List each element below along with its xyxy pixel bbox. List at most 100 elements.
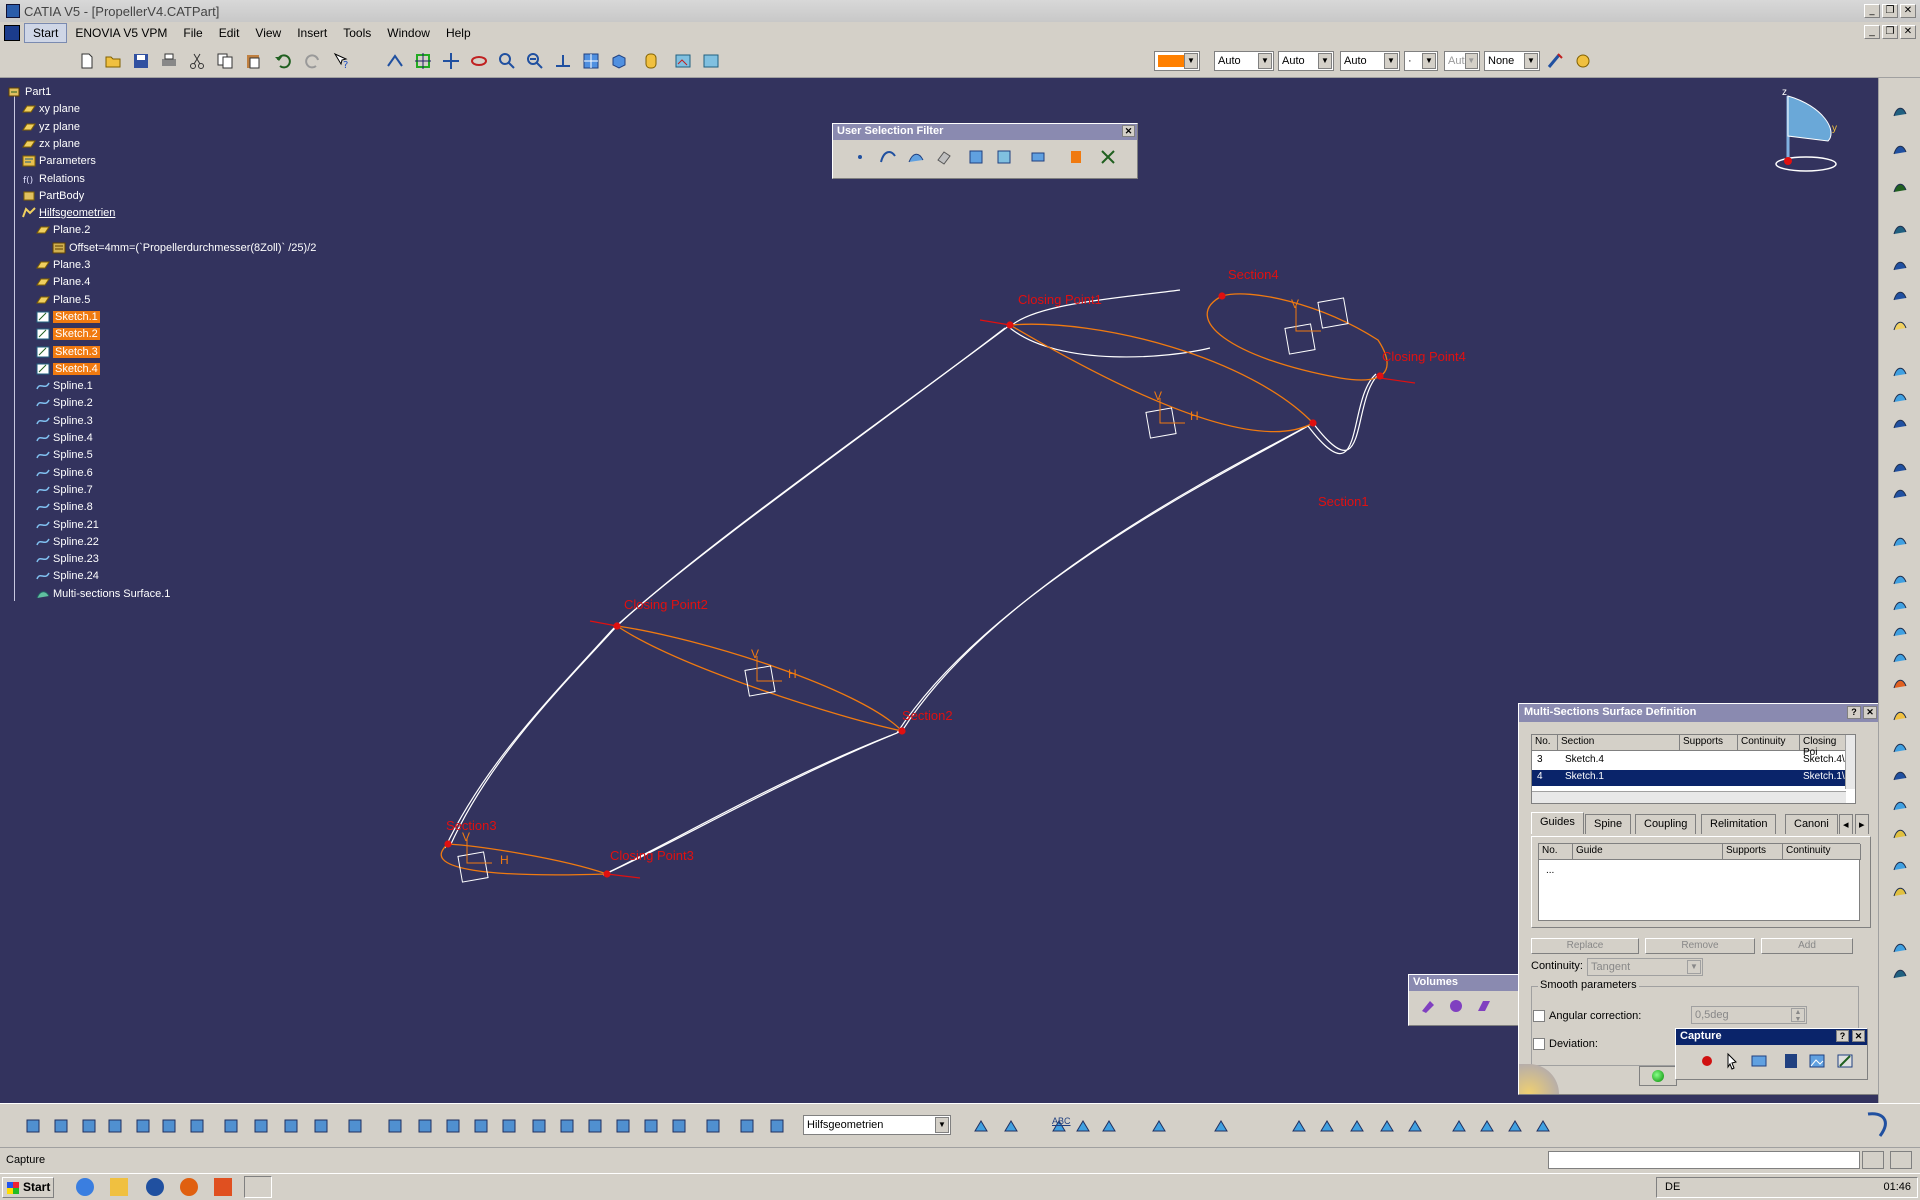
tree-item-relations[interactable]: f() Relations (22, 171, 85, 187)
measure-between-icon[interactable] (280, 1115, 302, 1137)
connect-icon[interactable] (1404, 1115, 1426, 1137)
revolve-icon[interactable] (1889, 386, 1911, 408)
volumes-title[interactable]: Volumes (1409, 975, 1523, 991)
tools-palette-icon[interactable] (1097, 146, 1119, 168)
tree-item-spline-3[interactable]: Spline.3 (36, 413, 93, 429)
formula-icon[interactable] (22, 1115, 44, 1137)
undo-icon[interactable] (272, 50, 294, 72)
circle-icon[interactable] (1889, 456, 1911, 478)
volume-filter-icon[interactable] (933, 146, 955, 168)
tree-item-sketch-3[interactable]: Sketch.3 (36, 344, 100, 360)
swap-visible-space-icon[interactable] (700, 50, 722, 72)
tree-item-xy-plane[interactable]: xy plane (22, 101, 80, 117)
section-row-4-no[interactable]: 4 (1534, 770, 1558, 786)
zoom-in-icon[interactable] (496, 50, 518, 72)
section-row-3-closing[interactable]: Sketch.4\ (1800, 753, 1846, 769)
copy-icon[interactable] (214, 50, 236, 72)
quick-select-icon[interactable] (1065, 146, 1087, 168)
add-button[interactable]: Add (1761, 938, 1853, 954)
grid-icon[interactable] (1889, 962, 1911, 984)
menu-insert[interactable]: Insert (289, 24, 335, 42)
point-icon[interactable] (1889, 254, 1911, 276)
firefox-icon[interactable] (180, 1178, 198, 1196)
section-row-4-closing[interactable]: Sketch.1\ (1800, 770, 1846, 786)
transform-1-icon[interactable] (1448, 1115, 1470, 1137)
hand-icon[interactable] (442, 1115, 464, 1137)
painter-icon[interactable] (1544, 50, 1566, 72)
dialog-title-bar[interactable]: Multi-Sections Surface Definition ? ✕ (1519, 704, 1879, 722)
normal-view-icon[interactable] (552, 50, 574, 72)
multi-view-icon[interactable] (580, 50, 602, 72)
plane-system-icon[interactable] (498, 1115, 520, 1137)
swap-icon[interactable] (414, 1115, 436, 1137)
work-support-icon[interactable] (702, 1115, 724, 1137)
curve-filter-icon[interactable] (877, 146, 899, 168)
axis-system-icon[interactable] (470, 1115, 492, 1137)
point-style-select[interactable]: Auto ▼ (1340, 51, 1400, 71)
surface-analysis-icon[interactable] (612, 1115, 634, 1137)
connect-curve-icon[interactable] (1889, 530, 1911, 552)
line-type-select[interactable]: Auto ▼ (1214, 51, 1274, 71)
menu-edit[interactable]: Edit (211, 24, 248, 42)
curve-smooth-icon[interactable] (1376, 1115, 1398, 1137)
sketcher-icon[interactable] (1889, 100, 1911, 122)
section-row-3-no[interactable]: 3 (1534, 753, 1558, 769)
record-icon[interactable] (1696, 1050, 1718, 1072)
analysis-2-icon[interactable] (584, 1115, 606, 1137)
tab-guides[interactable]: Guides (1531, 812, 1584, 834)
parameters-icon[interactable] (186, 1115, 208, 1137)
color-select[interactable]: ▼ (1154, 51, 1200, 71)
macro-icon[interactable] (220, 1115, 242, 1137)
user-selection-filter-title[interactable]: User Selection Filter ✕ (833, 124, 1137, 140)
windows-start-button[interactable]: Start (2, 1177, 54, 1198)
scale-icon[interactable] (1889, 880, 1911, 902)
tree-item-spline-7[interactable]: Spline.7 (36, 482, 93, 498)
pan-icon[interactable] (440, 50, 462, 72)
tree-item-zx-plane[interactable]: zx plane (22, 136, 80, 152)
continuity-select[interactable]: Tangent ▼ (1587, 958, 1703, 976)
angular-correction-checkbox[interactable] (1533, 1010, 1545, 1022)
tree-item-hilfsgeometrien[interactable]: Hilfsgeometrien (22, 205, 115, 221)
menu-window[interactable]: Window (379, 24, 438, 42)
knowledge-advisor-icon[interactable] (50, 1115, 72, 1137)
dialog-help-button[interactable]: ? (1847, 706, 1861, 719)
surface-filter-icon[interactable] (905, 146, 927, 168)
tree-item-spline-4[interactable]: Spline.4 (36, 430, 93, 446)
tab-canonical[interactable]: Canoni (1785, 814, 1838, 834)
point-extract-icon[interactable] (1346, 1115, 1368, 1137)
tree-item-plane-4[interactable]: Plane.4 (36, 274, 90, 290)
capture-title[interactable]: Capture? ✕ (1676, 1029, 1867, 1045)
restore-button[interactable]: ❐ (1882, 4, 1898, 18)
menu-start[interactable]: Start (24, 23, 68, 43)
sphere-icon[interactable] (1889, 412, 1911, 434)
transform-2-icon[interactable] (1476, 1115, 1498, 1137)
geometrical-element-filter-icon[interactable] (993, 146, 1015, 168)
section-row-3-section[interactable]: Sketch.4 (1562, 753, 1672, 769)
print-icon[interactable] (158, 50, 180, 72)
doc-close-button[interactable]: ✕ (1900, 25, 1916, 39)
tree-item-parameters[interactable]: Parameters (22, 153, 96, 169)
current-geometrical-set-select[interactable]: Hilfsgeometrien ▼ (803, 1115, 951, 1135)
properties-icon[interactable] (1572, 50, 1594, 72)
language-indicator[interactable]: DE (1665, 1181, 1680, 1193)
analysis-1-icon[interactable] (556, 1115, 578, 1137)
line-icon[interactable] (1889, 284, 1911, 306)
extrapolate-icon[interactable] (1889, 822, 1911, 844)
minimize-button[interactable]: _ (1864, 4, 1880, 18)
document-icon[interactable] (4, 25, 20, 41)
scan-icon[interactable] (766, 1115, 788, 1137)
ie-icon[interactable] (76, 1178, 94, 1196)
mass-inertia-icon[interactable] (344, 1115, 366, 1137)
abc-text-icon[interactable] (1072, 1115, 1094, 1137)
tree-item-plane-3[interactable]: Plane.3 (36, 257, 90, 273)
sections-vscrollbar[interactable] (1845, 735, 1855, 789)
stop-command-button[interactable] (1890, 1151, 1912, 1169)
spline-icon[interactable] (1889, 482, 1911, 504)
translate-icon[interactable] (1889, 854, 1911, 876)
app-icon-1[interactable] (146, 1178, 164, 1196)
guides-list[interactable]: No. Guide Supports Continuity ... (1538, 843, 1861, 921)
ok-button[interactable] (1639, 1066, 1677, 1086)
sketch-icon[interactable] (1889, 218, 1911, 240)
grid-icon[interactable] (528, 1115, 550, 1137)
angular-spinner[interactable]: ▲ ▼ (1791, 1008, 1805, 1023)
